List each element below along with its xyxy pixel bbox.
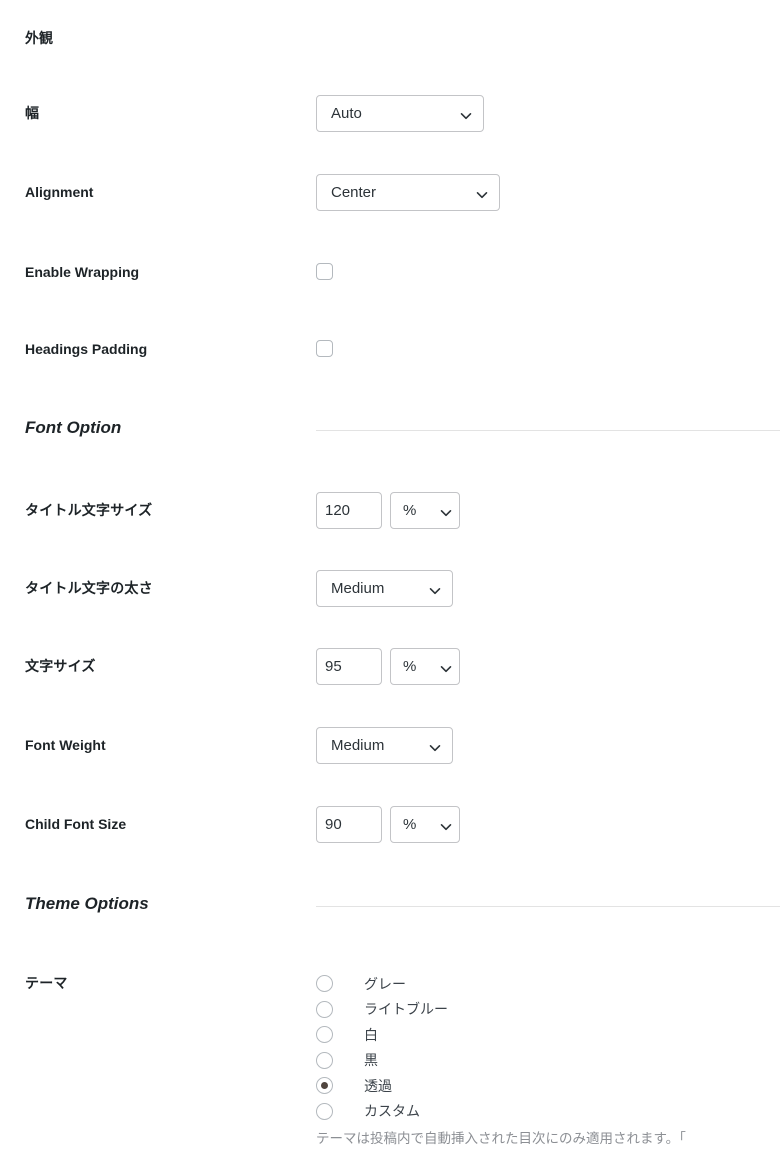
theme-help-text: テーマは投稿内で自動挿入された目次にのみ適用されます。「 — [316, 1131, 686, 1146]
font-size-input[interactable] — [316, 648, 382, 685]
alignment-control: Center — [316, 174, 500, 211]
font-size-unit-select[interactable]: % — [390, 648, 460, 685]
font-size-control: % — [316, 648, 460, 685]
font-weight-control: Medium — [316, 727, 453, 764]
chevron-down-icon — [429, 742, 441, 753]
row-label-theme: テーマ — [25, 975, 68, 991]
radio-icon[interactable] — [316, 1051, 333, 1069]
headings-padding-control — [316, 340, 333, 362]
theme-option-black[interactable]: 黒 — [316, 1048, 448, 1074]
child-font-size-unit-select[interactable]: % — [390, 806, 460, 843]
theme-option-light-blue[interactable]: ライトブルー — [316, 997, 448, 1023]
headings-padding-checkbox[interactable] — [316, 340, 333, 357]
chevron-down-icon — [440, 663, 452, 674]
theme-option-label: 透過 — [364, 1077, 392, 1094]
enable-wrapping-checkbox[interactable] — [316, 263, 333, 280]
chevron-down-icon — [429, 585, 441, 596]
width-control: Auto — [316, 95, 484, 132]
theme-option-label: カスタム — [364, 1103, 420, 1120]
enable-wrapping-control — [316, 263, 333, 285]
row-label-font-size: 文字サイズ — [25, 658, 96, 674]
title-font-weight-select[interactable]: Medium — [316, 570, 453, 607]
row-label-width: 幅 — [25, 105, 40, 121]
chevron-down-icon — [476, 189, 488, 200]
theme-radio-group: グレー ライトブルー 白 黒 透過 カスタム — [316, 971, 448, 1124]
theme-option-custom[interactable]: カスタム — [316, 1099, 448, 1125]
chevron-down-icon — [460, 110, 472, 121]
radio-icon[interactable] — [316, 1026, 333, 1044]
theme-option-white[interactable]: 白 — [316, 1022, 448, 1048]
row-label-headings-padding: Headings Padding — [25, 341, 148, 357]
chevron-down-icon — [440, 821, 452, 832]
radio-icon[interactable] — [316, 975, 333, 993]
title-font-size-unit-select[interactable]: % — [390, 492, 460, 529]
title-font-size-input[interactable] — [316, 492, 382, 529]
alignment-select[interactable]: Center — [316, 174, 500, 211]
theme-option-label: 黒 — [364, 1052, 378, 1069]
child-font-size-control: % — [316, 806, 460, 843]
row-label-font-weight: Font Weight — [25, 737, 106, 753]
theme-option-label: グレー — [364, 975, 406, 992]
row-label-title-font-weight: タイトル文字の太さ — [25, 580, 153, 596]
appearance-section-heading: 外観 — [25, 30, 53, 46]
theme-options-section-title: Theme Options — [25, 894, 149, 913]
radio-icon[interactable] — [316, 1000, 333, 1018]
title-font-size-unit-value: % — [403, 502, 417, 519]
font-weight-value: Medium — [331, 737, 385, 754]
title-font-weight-control: Medium — [316, 570, 453, 607]
font-option-section-divider — [316, 430, 780, 431]
theme-option-label: 白 — [364, 1026, 378, 1043]
font-weight-select[interactable]: Medium — [316, 727, 453, 764]
theme-option-label: ライトブルー — [364, 1001, 448, 1018]
theme-option-transparent[interactable]: 透過 — [316, 1073, 448, 1099]
row-label-title-font-size: タイトル文字サイズ — [25, 502, 153, 518]
chevron-down-icon — [440, 507, 452, 518]
child-font-size-unit-value: % — [403, 816, 417, 833]
theme-options-section-divider — [316, 906, 780, 907]
row-label-alignment: Alignment — [25, 184, 94, 200]
font-option-section-title: Font Option — [25, 418, 122, 437]
row-label-child-font-size: Child Font Size — [25, 816, 127, 832]
row-label-enable-wrapping: Enable Wrapping — [25, 264, 140, 280]
child-font-size-input[interactable] — [316, 806, 382, 843]
theme-option-gray[interactable]: グレー — [316, 971, 448, 997]
width-select[interactable]: Auto — [316, 95, 484, 132]
title-font-size-control: % — [316, 492, 460, 529]
title-font-weight-value: Medium — [331, 580, 385, 597]
font-size-unit-value: % — [403, 658, 417, 675]
alignment-select-value: Center — [331, 184, 377, 201]
width-select-value: Auto — [331, 105, 362, 122]
radio-icon-selected[interactable] — [316, 1077, 333, 1095]
radio-icon[interactable] — [316, 1102, 333, 1120]
